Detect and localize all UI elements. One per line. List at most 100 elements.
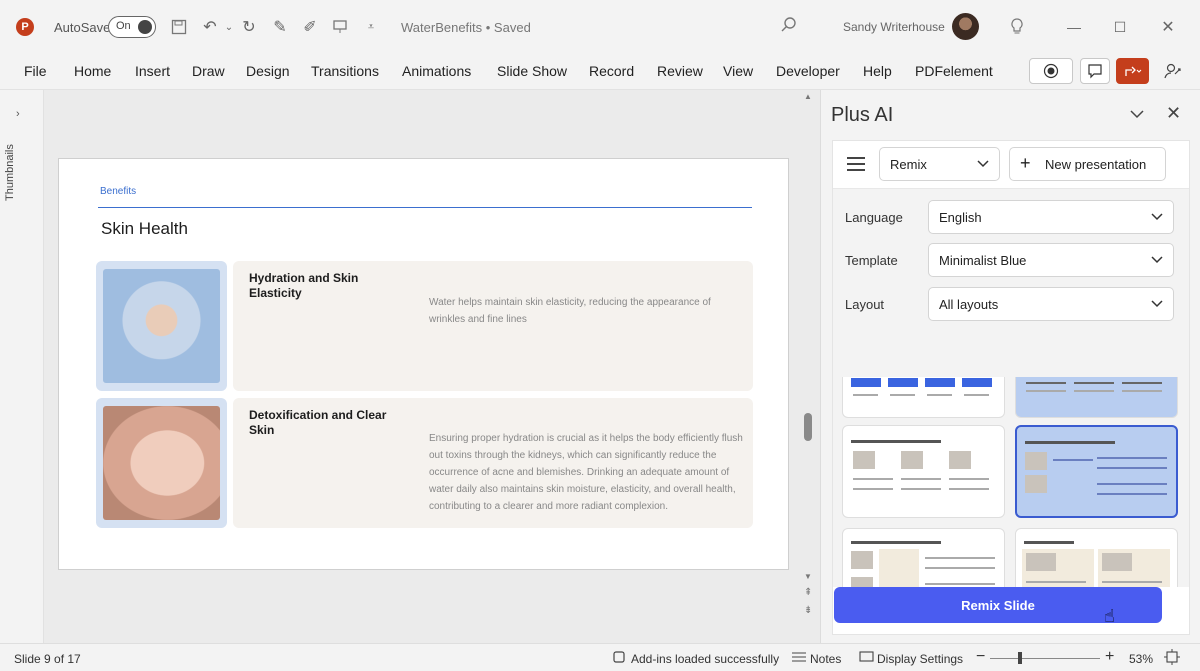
layout-thumbnail[interactable]: [1015, 528, 1178, 587]
fit-to-window-icon[interactable]: [1164, 649, 1180, 668]
pen-icon[interactable]: ✐: [299, 16, 321, 38]
minimize-icon[interactable]: —: [1061, 14, 1087, 40]
layout-thumbnail[interactable]: [842, 425, 1005, 518]
avatar[interactable]: [952, 13, 979, 40]
notes-button[interactable]: Notes: [810, 652, 841, 666]
face-closeup-image: [103, 406, 220, 520]
save-icon[interactable]: [168, 16, 190, 38]
layout-gallery[interactable]: [833, 377, 1189, 587]
tab-insert[interactable]: Insert: [135, 63, 170, 79]
card-text-box[interactable]: Detoxification and Clear Skin Ensuring p…: [233, 398, 753, 528]
next-slide-icon[interactable]: ⇟: [804, 605, 812, 616]
autosave-toggle[interactable]: On: [108, 16, 156, 38]
tab-developer[interactable]: Developer: [776, 63, 840, 79]
zoom-slider-thumb[interactable]: [1018, 652, 1022, 664]
hamburger-menu-icon[interactable]: [847, 157, 865, 171]
tab-home[interactable]: Home: [74, 63, 111, 79]
undo-dropdown-icon[interactable]: ⌄: [218, 16, 240, 38]
new-presentation-label: New presentation: [1045, 157, 1147, 172]
new-presentation-button[interactable]: + New presentation: [1009, 147, 1166, 181]
search-icon[interactable]: [780, 16, 802, 38]
redo-icon[interactable]: ↻: [238, 16, 260, 38]
tab-draw[interactable]: Draw: [192, 63, 225, 79]
thumbnails-label[interactable]: Thumbnails: [4, 135, 16, 201]
settings-form: Language English Template Minimalist Blu…: [833, 189, 1189, 379]
comments-button[interactable]: [1080, 58, 1110, 84]
display-settings-icon: [859, 650, 874, 667]
copilot-icon[interactable]: [1160, 58, 1186, 84]
layout-value: All layouts: [939, 297, 999, 312]
card-image[interactable]: [96, 261, 227, 391]
ribbon-tabs: File Home Insert Draw Design Transitions…: [0, 54, 1200, 90]
slide[interactable]: Benefits Skin Health Hydration and Skin …: [58, 158, 789, 570]
chevron-down-icon: [1151, 252, 1163, 267]
layout-thumbnail[interactable]: [1015, 377, 1178, 418]
close-window-icon[interactable]: ✕: [1155, 14, 1181, 40]
zoom-slider[interactable]: [990, 658, 1100, 659]
scroll-up-icon[interactable]: ▲: [804, 92, 812, 101]
present-icon[interactable]: [329, 16, 351, 38]
close-panel-icon[interactable]: ✕: [1166, 103, 1181, 124]
share-button[interactable]: [1116, 58, 1149, 84]
layout-thumbnail[interactable]: [842, 377, 1005, 418]
record-button[interactable]: [1029, 58, 1073, 84]
scroll-thumb[interactable]: [804, 413, 812, 441]
tab-animations[interactable]: Animations: [402, 63, 471, 79]
template-label: Template: [845, 253, 898, 268]
zoom-level[interactable]: 53%: [1129, 652, 1153, 666]
slide-title[interactable]: Skin Health: [101, 219, 188, 239]
template-select[interactable]: Minimalist Blue: [928, 243, 1174, 277]
zoom-out-icon[interactable]: −: [976, 648, 985, 666]
document-title[interactable]: WaterBenefits • Saved: [401, 20, 531, 35]
mode-select[interactable]: Remix: [879, 147, 1000, 181]
tab-record[interactable]: Record: [589, 63, 634, 79]
tab-transitions[interactable]: Transitions: [311, 63, 379, 79]
tab-slide-show[interactable]: Slide Show: [497, 63, 567, 79]
panel-title: Plus AI: [831, 104, 894, 126]
card-text-box[interactable]: Hydration and Skin Elasticity Water help…: [233, 261, 753, 391]
chevron-down-icon: [1151, 296, 1163, 311]
layout-thumbnail-selected[interactable]: [1015, 425, 1178, 518]
chevron-down-icon: [977, 156, 989, 171]
maximize-icon[interactable]: ☐: [1107, 14, 1133, 40]
language-value: English: [939, 210, 982, 225]
lightbulb-icon[interactable]: [1004, 14, 1030, 40]
panel-options-chevron-icon[interactable]: [1129, 106, 1145, 122]
template-value: Minimalist Blue: [939, 253, 1027, 268]
powerpoint-logo-icon: P: [16, 18, 34, 36]
display-settings-button[interactable]: Display Settings: [877, 652, 963, 666]
tab-file[interactable]: File: [24, 63, 47, 79]
tab-design[interactable]: Design: [246, 63, 290, 79]
woman-water-splash-image: [103, 269, 220, 383]
tab-view[interactable]: View: [723, 63, 753, 79]
tab-review[interactable]: Review: [657, 63, 703, 79]
slide-eyebrow: Benefits: [100, 186, 137, 197]
canvas-scrollbar[interactable]: ▲ ▼ ⇞ ⇟: [800, 90, 818, 643]
scroll-down-icon[interactable]: ▼: [804, 572, 812, 581]
user-name[interactable]: Sandy Writerhouse: [843, 20, 945, 34]
layout-thumbnail[interactable]: [842, 528, 1005, 587]
status-bar: Slide 9 of 17 Add-ins loaded successfull…: [0, 643, 1200, 671]
layout-select[interactable]: All layouts: [928, 287, 1174, 321]
customize-toolbar-icon[interactable]: ⩡: [360, 16, 382, 38]
plus-icon: +: [1020, 153, 1031, 173]
format-painter-icon[interactable]: ✎: [269, 16, 291, 38]
card-body-text: Ensuring proper hydration is crucial as …: [429, 433, 743, 512]
title-bar: P AutoSave On ↶ ⌄ ↻ ✎ ✐ ⩡ WaterBenefits …: [0, 0, 1200, 54]
tab-pdfelement[interactable]: PDFelement: [915, 63, 993, 79]
chevron-down-icon: [1151, 209, 1163, 224]
language-select[interactable]: English: [928, 200, 1174, 234]
addins-status[interactable]: Add-ins loaded successfully: [631, 652, 779, 666]
plus-ai-panel: Plus AI ✕ Remix + New presentation Langu…: [820, 90, 1200, 643]
card-body-text: Water helps maintain skin elasticity, re…: [429, 297, 711, 325]
layout-label: Layout: [845, 297, 885, 312]
card-image[interactable]: [96, 398, 227, 528]
slide-counter[interactable]: Slide 9 of 17: [14, 652, 81, 666]
expand-thumbnails-icon[interactable]: ›: [16, 108, 20, 120]
mode-select-value: Remix: [890, 157, 927, 172]
previous-slide-icon[interactable]: ⇞: [804, 587, 812, 598]
tab-help[interactable]: Help: [863, 63, 892, 79]
autosave-label: AutoSave: [54, 20, 111, 35]
panel-toolbar: Remix + New presentation: [833, 141, 1189, 189]
zoom-in-icon[interactable]: +: [1105, 648, 1114, 666]
